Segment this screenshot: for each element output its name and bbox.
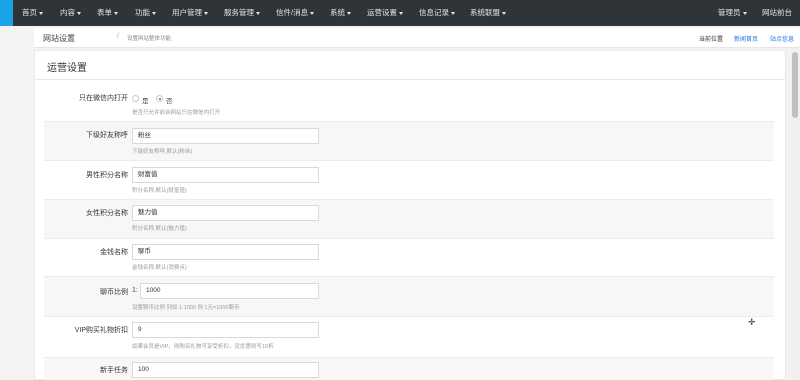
setting-row-friend-title: 下级好友称呼 粉丝 下级好友称呼,默认(粉丝) [44, 122, 774, 161]
radio-no-label: 否 [166, 98, 173, 105]
setting-label: 女性积分名称 [86, 210, 128, 217]
panel-title: 运营设置 [47, 63, 87, 74]
currency-ratio-input[interactable]: 1000 [140, 283, 319, 299]
setting-help: 积分名称,默认(财富值) [132, 188, 187, 194]
scrollbar-thumb[interactable] [792, 52, 798, 118]
radio-yes[interactable] [132, 95, 139, 102]
setting-row-male-points: 男性积分名称 财富值 积分名称,默认(财富值) [44, 161, 774, 200]
site-info-link[interactable]: 站点信息 [770, 34, 794, 43]
caret-down-icon [114, 11, 118, 15]
setting-label: 聊币比例 [100, 289, 128, 296]
setting-row-currency-name: 金钱名称 聊币 金钱名称,默认(消费点) [44, 239, 774, 277]
vip-discount-input[interactable]: 9 [132, 322, 319, 338]
divider [35, 79, 785, 80]
caret-down-icon [204, 11, 208, 15]
caret-down-icon [347, 11, 351, 15]
nav-item-label: 系统 [330, 8, 345, 17]
caret-down-icon [502, 11, 506, 15]
setting-row-newbie-task: 新手任务 100 [44, 358, 774, 380]
nav-item-label: 功能 [135, 8, 150, 17]
setting-help: 下级好友称呼,默认(粉丝) [132, 149, 193, 155]
ratio-prefix: 1: [132, 287, 138, 294]
site-frontend-link[interactable]: 网站前台 [762, 0, 792, 26]
setting-row-currency-ratio: 聊币比例 1: 1000 设置聊币比例 列如 1:1000 则 1元=1000聊… [44, 277, 774, 317]
nav-item-label: 信件/消息 [276, 8, 309, 17]
nav-item-label: 信息记录 [419, 8, 449, 17]
setting-help: 金钱名称,默认(消费点) [132, 265, 187, 271]
logo-block [0, 0, 13, 26]
nav-item-label: 内容 [60, 8, 75, 17]
caret-down-icon [310, 11, 315, 15]
admin-menu[interactable]: 管理员 [718, 0, 747, 26]
male-points-input[interactable]: 财富值 [132, 167, 319, 183]
current-location-label: 当前位置 [699, 37, 724, 43]
newbie-task-input[interactable]: 100 [132, 362, 319, 378]
female-points-input[interactable]: 魅力值 [132, 205, 319, 221]
mouse-cursor-icon: ✛ [748, 317, 756, 327]
friend-title-input[interactable]: 粉丝 [132, 128, 319, 144]
admin-label: 管理员 [718, 8, 741, 17]
setting-row-vip-discount: VIP购买礼物折扣 9 如果会员是VIP，则购买礼物可享受折扣，没优惠则写10折 [44, 317, 774, 358]
caret-down-icon [399, 11, 403, 15]
nav-item-alliance[interactable]: 系统联盟 [470, 0, 506, 26]
page-title: 网站设置 [43, 34, 75, 43]
home-link[interactable]: 新闻首页 [734, 34, 758, 43]
settings-panel: 运营设置 只在微信内打开 是 否 是否只允许前台网站只在微信内打开 下级好友称呼… [34, 50, 786, 380]
setting-label: 金钱名称 [100, 249, 128, 256]
nav-item-services[interactable]: 服务管理 [224, 0, 260, 26]
setting-label: 下级好友称呼 [86, 132, 128, 139]
caret-down-icon [39, 11, 43, 15]
nav-item-label: 运营设置 [367, 8, 397, 17]
caret-down-icon [451, 11, 455, 15]
setting-label: 新手任务 [100, 367, 128, 374]
caret-down-icon [77, 11, 81, 15]
caret-down-icon [152, 11, 156, 15]
setting-row-wechat-only: 只在微信内打开 是 否 是否只允许前台网站只在微信内打开 [44, 84, 774, 122]
setting-label: 男性积分名称 [86, 172, 128, 179]
nav-item-messages[interactable]: 信件/消息 [276, 0, 315, 26]
setting-help: 积分名称,默认(魅力值) [132, 226, 187, 232]
nav-item-records[interactable]: 信息记录 [419, 0, 455, 26]
currency-name-input[interactable]: 聊币 [132, 244, 319, 260]
setting-row-female-points: 女性积分名称 魅力值 积分名称,默认(魅力值) [44, 200, 774, 239]
radio-no[interactable] [156, 95, 163, 102]
nav-item-label: 表单 [97, 8, 112, 17]
nav-item-label: 服务管理 [224, 8, 254, 17]
nav-item-label: 用户管理 [172, 8, 202, 17]
setting-label: 只在微信内打开 [79, 95, 128, 102]
caret-down-icon [256, 11, 260, 15]
setting-help: 设置聊币比例 列如 1:1000 则 1元=1000聊币 [132, 305, 240, 311]
setting-help: 是否只允许前台网站只在微信内打开 [132, 110, 221, 116]
nav-item-system[interactable]: 系统 [330, 0, 351, 26]
site-frontend-label: 网站前台 [762, 8, 792, 17]
nav-item-label: 首页 [22, 8, 37, 17]
top-navbar: 首页 内容 表单 功能 用户管理 服务管理 信件/消息 系统 运营设置 信息记录… [0, 0, 800, 26]
caret-down-icon [742, 11, 747, 15]
nav-item-form[interactable]: 表单 [97, 0, 118, 26]
nav-item-label: 系统联盟 [470, 8, 500, 17]
nav-item-content[interactable]: 内容 [60, 0, 81, 26]
breadcrumb-separator: / [117, 33, 119, 40]
nav-item-home[interactable]: 首页 [22, 0, 43, 26]
page-subtitle: 设置网站整体功能 [127, 36, 172, 42]
breadcrumb: 网站设置 / 设置网站整体功能 当前位置 新闻首页 站点信息 [34, 28, 800, 48]
radio-yes-label: 是 [142, 98, 149, 105]
setting-help: 如果会员是VIP，则购买礼物可享受折扣，没优惠则写10折 [132, 344, 274, 350]
nav-item-operations[interactable]: 运营设置 [367, 0, 403, 26]
nav-item-function[interactable]: 功能 [135, 0, 156, 26]
setting-label: VIP购买礼物折扣 [74, 327, 128, 334]
nav-item-users[interactable]: 用户管理 [172, 0, 208, 26]
